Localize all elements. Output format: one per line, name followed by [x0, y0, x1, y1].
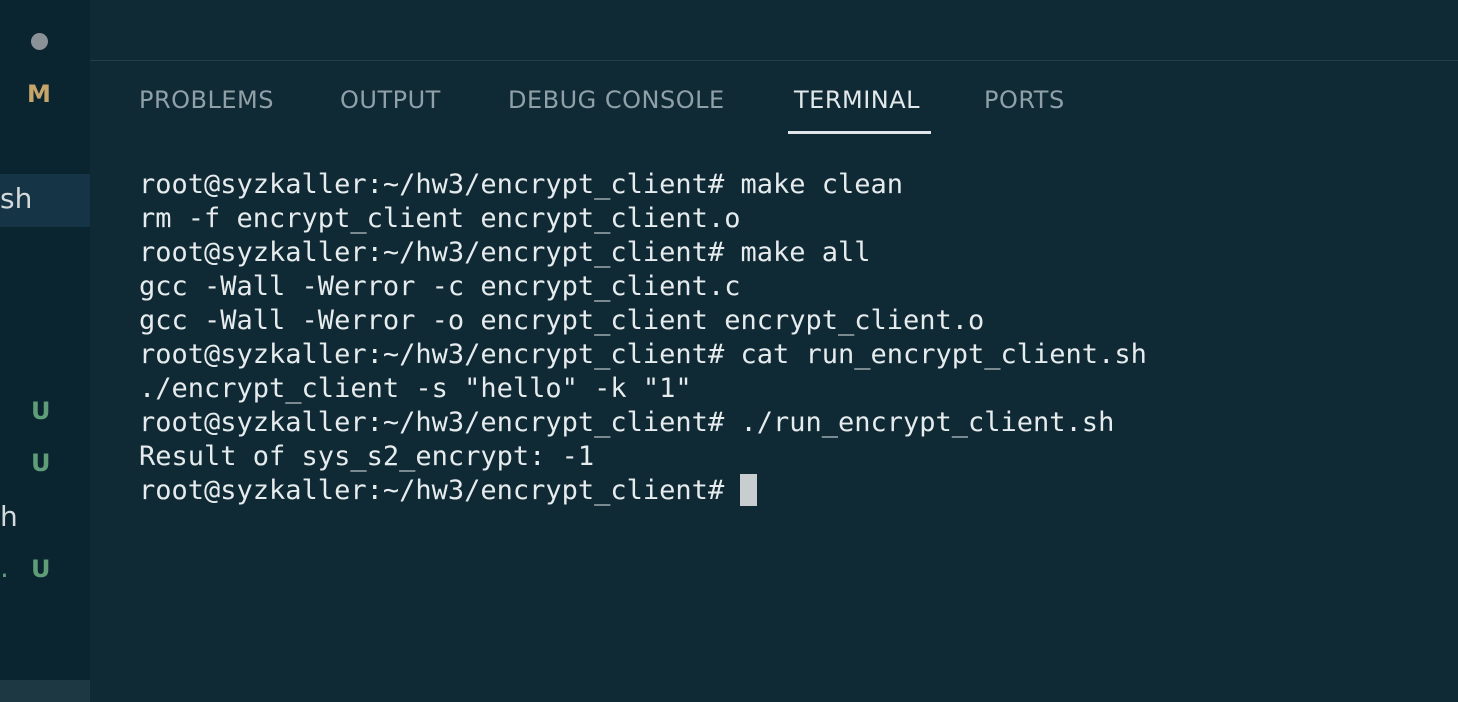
file-name-fragment[interactable]: . — [0, 551, 9, 584]
untracked-badge: U — [31, 555, 51, 583]
terminal-line: root@syzkaller:~/hw3/encrypt_client# ./r… — [139, 407, 1115, 438]
untracked-badge: U — [31, 449, 51, 477]
file-name-fragment[interactable]: h — [0, 500, 18, 533]
tab-ports[interactable]: PORTS — [984, 86, 1065, 114]
active-tab-indicator — [788, 131, 931, 134]
tab-problems[interactable]: PROBLEMS — [139, 86, 274, 114]
panel-divider — [90, 60, 1458, 61]
explorer-sidebar: M sh U U h . U — [0, 0, 90, 702]
terminal-line: root@syzkaller:~/hw3/encrypt_client# cat… — [139, 339, 1147, 370]
bottom-panel: PROBLEMS OUTPUT DEBUG CONSOLE TERMINAL P… — [90, 0, 1458, 702]
unsaved-dot-icon — [31, 33, 48, 50]
terminal-line: root@syzkaller:~/hw3/encrypt_client# mak… — [139, 237, 871, 268]
sidebar-bottom-strip — [0, 680, 90, 702]
tab-debug-console[interactable]: DEBUG CONSOLE — [508, 86, 725, 114]
terminal-line: gcc -Wall -Werror -c encrypt_client.c — [139, 271, 741, 302]
modified-badge: M — [27, 80, 51, 108]
terminal-line: ./encrypt_client -s "hello" -k "1" — [139, 373, 692, 404]
terminal-line: gcc -Wall -Werror -o encrypt_client encr… — [139, 305, 985, 336]
terminal-cursor — [740, 474, 758, 506]
terminal-prompt-line[interactable]: root@syzkaller:~/hw3/encrypt_client# — [139, 474, 1147, 508]
tab-terminal[interactable]: TERMINAL — [794, 86, 920, 114]
selected-file-name[interactable]: sh — [0, 182, 32, 215]
terminal-line: rm -f encrypt_client encrypt_client.o — [139, 203, 741, 234]
tab-output[interactable]: OUTPUT — [340, 86, 441, 114]
terminal-line: root@syzkaller:~/hw3/encrypt_client# mak… — [139, 169, 904, 200]
untracked-badge: U — [31, 397, 51, 425]
terminal-output[interactable]: root@syzkaller:~/hw3/encrypt_client# mak… — [139, 168, 1147, 508]
terminal-prompt: root@syzkaller:~/hw3/encrypt_client# — [139, 475, 741, 506]
terminal-line: Result of sys_s2_encrypt: -1 — [139, 441, 595, 472]
